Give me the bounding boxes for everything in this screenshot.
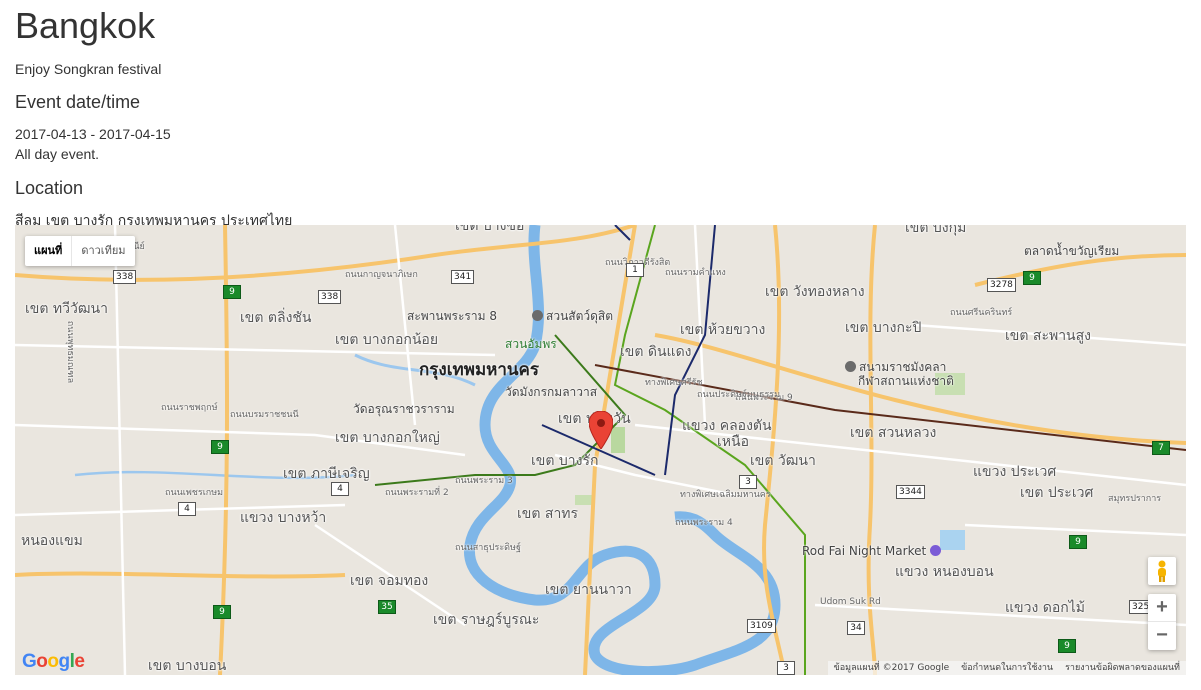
map-road-label: ทางพิเศษศรีรัช: [645, 378, 703, 388]
map-road-label: ถนนสาธุประดิษฐ์: [455, 543, 521, 553]
map-poi-wat-mangkon: วัดมังกรกมลาวาส: [505, 385, 598, 399]
page-title: Bangkok: [15, 5, 156, 46]
event-allday: All day event.: [15, 146, 100, 162]
map-widget[interactable]: เขต ทวีวัฒนา เขต ตลิ่งชัน เขต บางกอกน้อย…: [15, 225, 1186, 675]
map-data-credit[interactable]: ข้อมูลแผนที่ ©2017 Google: [828, 661, 956, 675]
map-label-district: เขต วังทองหลาง: [765, 284, 865, 300]
route-shield: 341: [451, 270, 475, 284]
map-label-district: เขต บางบอน: [148, 658, 227, 674]
map-label-district: เขต ตลิ่งชัน: [240, 310, 312, 326]
map-label-district: แขวง หนองบอน: [895, 564, 994, 580]
map-road-label: ถนนประดิษฐ์มนูธรรม: [697, 390, 781, 400]
park-area: [611, 427, 625, 453]
map-poi-dusit-zoo: สวนสัตว์ดุสิต: [532, 307, 613, 326]
map-label-district: เขต บางซื่อ: [455, 225, 525, 234]
street-view-pegman[interactable]: [1148, 557, 1176, 585]
map-label-district: แขวง ดอกไม้: [1005, 600, 1085, 616]
map-road-label: ถนนพุทธมณฑล: [65, 320, 76, 384]
map-label-district: เขต จอมทอง: [350, 573, 429, 589]
map-poi-suan-amphon: สวนอัมพร: [505, 337, 557, 351]
map-label-district: เขต ทวีวัฒนา: [25, 301, 108, 317]
map-type-satellite-button[interactable]: ดาวเทียม: [71, 236, 134, 266]
route-shield: 3: [739, 475, 757, 489]
event-datetime-heading: Event date/time: [15, 92, 141, 112]
route-shield: 1: [626, 263, 644, 277]
map-road-label: ถนนพระราม 3: [455, 476, 513, 486]
map-label-city: กรุงเทพมหานคร: [419, 360, 540, 380]
location-heading: Location: [15, 178, 84, 198]
route-shield: 4: [178, 502, 196, 516]
map-label-district: เขต วัฒนา: [750, 453, 816, 469]
map-road-label: ถนนกาญจนาภิเษก: [345, 270, 418, 280]
route-shield: 4: [331, 482, 349, 496]
map-label-district: เขต ดินแดง: [620, 344, 692, 360]
map-poi-rod-fai-market: Rod Fai Night Market: [802, 544, 944, 558]
zoom-out-button[interactable]: −: [1148, 622, 1176, 650]
google-logo[interactable]: Google: [22, 651, 85, 673]
zoom-in-button[interactable]: +: [1148, 594, 1176, 622]
map-label-district: เขต บางกอกน้อย: [335, 332, 439, 348]
event-page: Bangkok Enjoy Songkran festival Event da…: [0, 4, 1201, 230]
map-label-district: เขต ภาษีเจริญ: [283, 466, 370, 482]
event-dates: 2017-04-13 - 2017-04-15: [15, 126, 171, 142]
map-label-district: เขต บางกอกใหญ่: [335, 430, 440, 446]
map-road-label: ถนนพระรามที่ 2: [385, 488, 449, 498]
route-shield: 338: [318, 290, 342, 304]
map-label-district: เขต ราษฎร์บูรณะ: [433, 612, 540, 628]
route-shield: 3109: [747, 619, 776, 633]
map-road-label: ทางพิเศษเฉลิมมหานคร: [680, 490, 771, 500]
map-label-district: เขต สาทร: [517, 506, 579, 522]
map-label-district: เขต บางกะปิ: [845, 320, 922, 336]
location-marker-icon[interactable]: [589, 411, 613, 449]
route-shield: 7: [1152, 441, 1170, 455]
route-shield: 9: [1058, 639, 1076, 653]
route-shield: 9: [223, 285, 241, 299]
map-road-label: ถนนรามคำแหง: [665, 268, 726, 278]
map-label-district: เขต บางรัก: [531, 453, 599, 469]
route-shield: 35: [378, 600, 396, 614]
route-shield: 3278: [987, 278, 1016, 292]
map-label-district: เขต ห้วยขวาง: [680, 322, 766, 338]
map-area-label: สมุทรปราการ: [1108, 494, 1162, 504]
map-road-label: ถนนราชพฤกษ์: [161, 403, 218, 413]
map-type-map-button[interactable]: แผนที่: [25, 236, 71, 266]
route-shield: 9: [1069, 535, 1087, 549]
map-road-label: ถนนเพชรเกษม: [165, 488, 224, 498]
map-label-district: แขวง ประเวศ: [973, 464, 1057, 480]
map-label-district: เขต สวนหลวง: [850, 425, 937, 441]
map-label-district: หนองแขม: [21, 533, 83, 549]
map-attribution: ข้อมูลแผนที่ ©2017 Google ข้อกำหนดในการใ…: [827, 661, 1186, 675]
terms-of-use-link[interactable]: ข้อกำหนดในการใช้งาน: [955, 661, 1059, 675]
map-road-label: ถนนพระราม 4: [675, 518, 733, 528]
zoom-control: + −: [1148, 594, 1176, 650]
map-label-district: เขต ยานนาวา: [545, 582, 632, 598]
route-shield: 34: [847, 621, 865, 635]
route-shield: 9: [211, 440, 229, 454]
map-label-district: แขวง บางหว้า: [240, 510, 327, 526]
map-poi-stadium-line2: กีฬาสถานแห่งชาติ: [858, 374, 954, 388]
map-label-district: เหนือ: [717, 434, 749, 450]
map-label-district: เขต บึงกุ่ม: [905, 225, 967, 236]
map-type-control: แผนที่ ดาวเทียม: [25, 236, 135, 266]
route-shield: 9: [1023, 271, 1041, 285]
map-road-label: ถนนศรีนครินทร์: [950, 308, 1013, 318]
report-error-link[interactable]: รายงานข้อผิดพลาดของแผนที่: [1059, 661, 1186, 675]
route-shield: 3: [777, 661, 795, 675]
map-label-district: เขต ประเวศ: [1020, 485, 1094, 501]
map-road-label: Udom Suk Rd: [820, 597, 881, 607]
route-shield: 338: [113, 270, 137, 284]
map-poi-wat-arun: วัดอรุณราชวราราม: [353, 402, 455, 416]
pegman-icon: [1158, 560, 1166, 582]
map-poi-khwan-riam-market: ตลาดน้ำขวัญเรียม: [1024, 244, 1120, 258]
map-road-label: ถนนบรมราชชนนี: [230, 410, 299, 420]
event-description: Enjoy Songkran festival: [15, 61, 162, 77]
route-shield: 3344: [896, 485, 925, 499]
route-shield: 9: [213, 605, 231, 619]
map-label-district: เขต สะพานสูง: [1005, 328, 1092, 344]
map-poi-rama8-bridge: สะพานพระราม 8: [407, 309, 497, 323]
